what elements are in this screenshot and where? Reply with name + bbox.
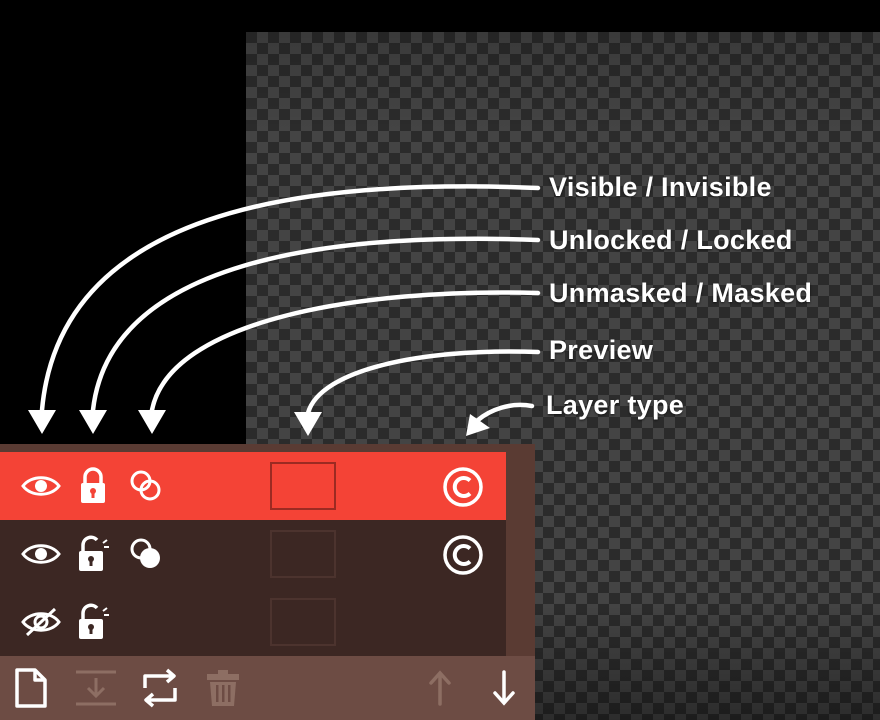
callout-preview: Preview [549, 335, 654, 365]
layer-row-2[interactable] [0, 520, 506, 588]
callout-visibility: Visible / Invisible [549, 172, 772, 202]
callout-lock: Unlocked / Locked [549, 225, 793, 255]
callout-layer-type: Layer type [546, 390, 685, 420]
swap-button[interactable] [134, 656, 186, 720]
eye-off-icon[interactable] [20, 602, 62, 642]
trash-icon [207, 670, 239, 706]
layer-preview [270, 530, 336, 578]
new-layer-button[interactable] [8, 656, 54, 720]
eye-icon[interactable] [20, 534, 62, 574]
swap-icon [143, 668, 177, 708]
layer-preview [270, 462, 336, 510]
eye-icon[interactable] [20, 466, 62, 506]
arrow-up-icon [429, 670, 451, 706]
callout-mask: Unmasked / Masked [549, 278, 813, 308]
new-layer-icon [15, 668, 47, 708]
arrow-down-icon [493, 670, 515, 706]
merge-down-icon [76, 670, 116, 706]
scrollbar-track[interactable] [506, 452, 535, 656]
layers-toolbar [0, 656, 535, 720]
lock-open-icon[interactable] [76, 532, 112, 576]
masked-icon[interactable] [126, 534, 166, 574]
layer-row-1[interactable] [0, 452, 506, 520]
delete-button[interactable] [198, 656, 248, 720]
layer-row-3[interactable] [0, 588, 506, 656]
unmasked-icon[interactable] [126, 466, 166, 506]
copyright-icon [440, 532, 486, 578]
panel-edge [0, 444, 535, 452]
arrowhead-visibility [28, 410, 56, 434]
move-down-button[interactable] [484, 656, 524, 720]
copyright-icon [440, 464, 486, 510]
merge-down-button[interactable] [70, 656, 122, 720]
arrowhead-lock [79, 410, 107, 434]
lock-closed-icon[interactable] [76, 464, 110, 508]
lock-open-icon[interactable] [76, 600, 112, 644]
move-up-button[interactable] [420, 656, 460, 720]
canvas-shade [246, 32, 880, 132]
arrowhead-mask [138, 410, 166, 434]
layer-preview [270, 598, 336, 646]
